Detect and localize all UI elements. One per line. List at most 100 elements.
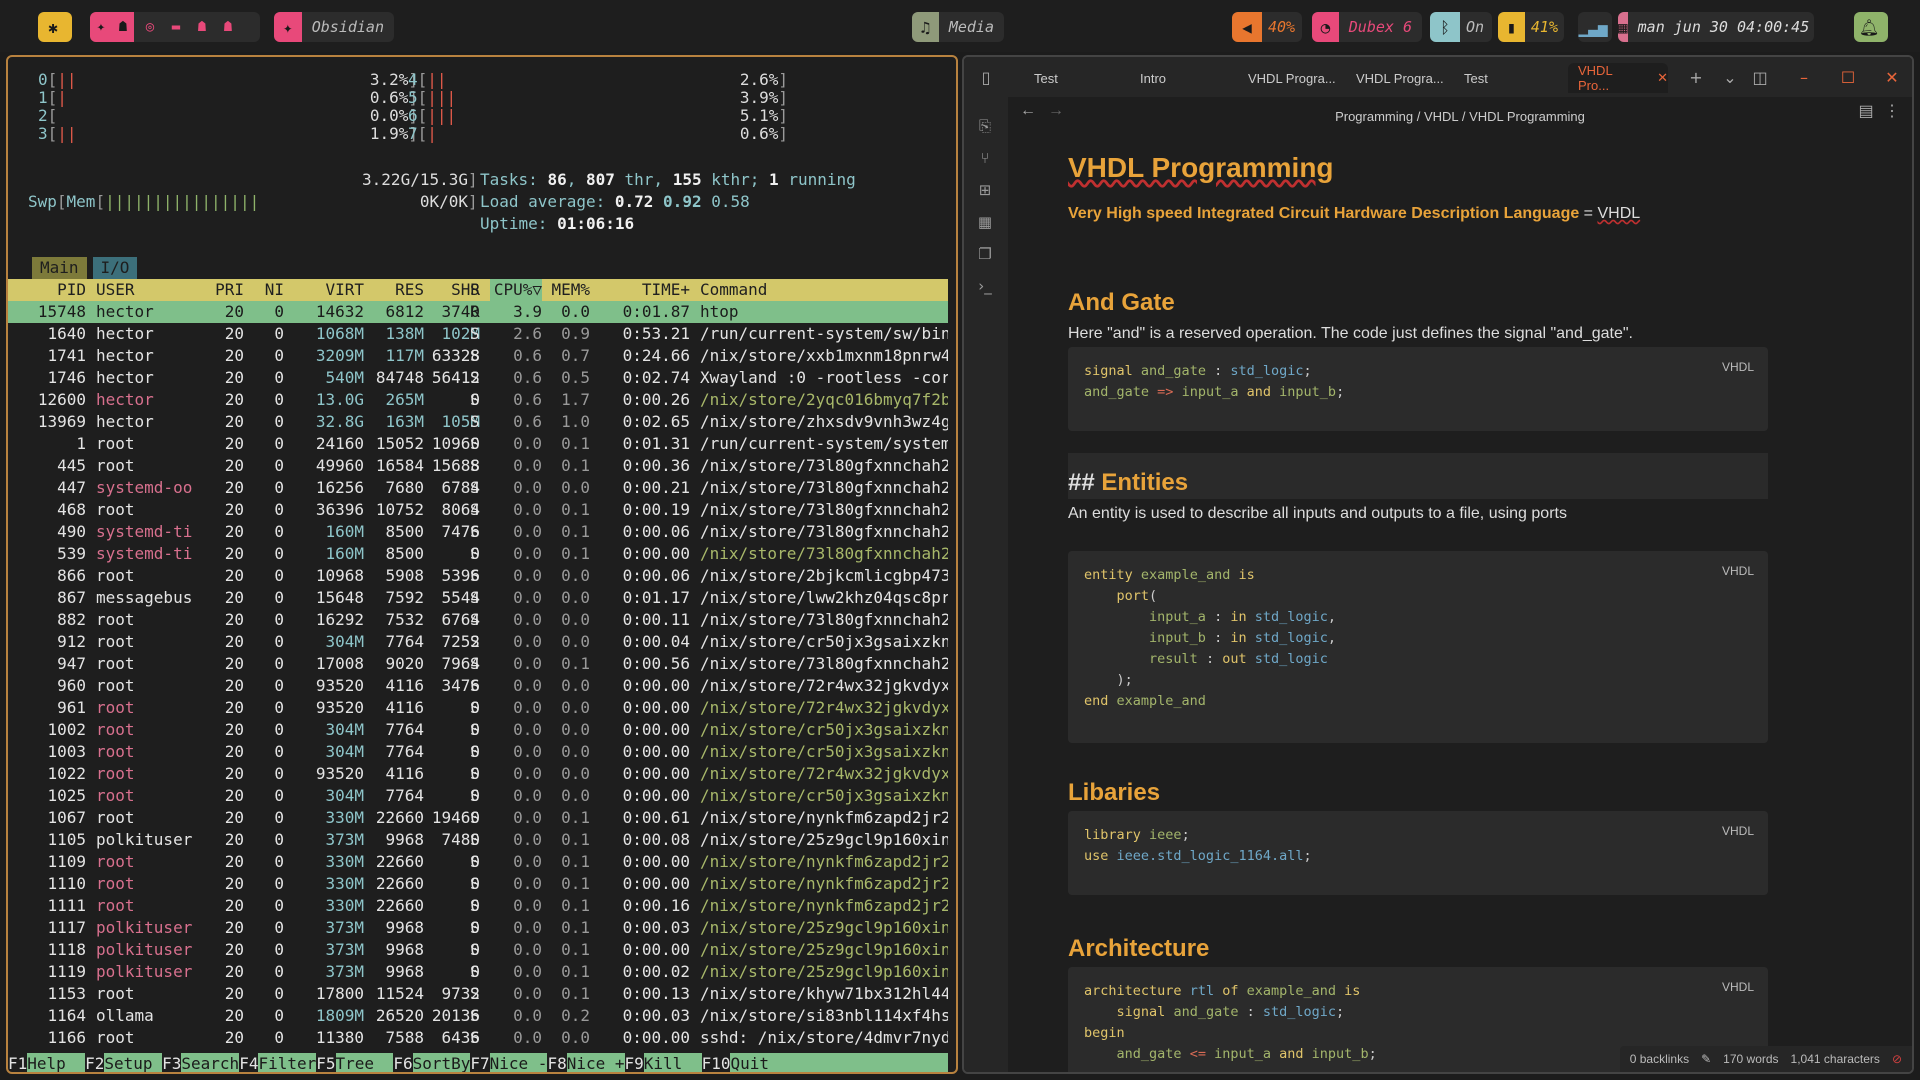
- active-window-pill[interactable]: ✦ Obsidian: [274, 12, 394, 42]
- process-row[interactable]: 1164 ollama 20 0 1809M 26520 20136 S 0.0 0.2 0:00.…: [8, 1005, 948, 1027]
- breadcrumb-vhdl[interactable]: VHDL: [1424, 109, 1458, 124]
- fkey-label[interactable]: Kill: [643, 1053, 702, 1072]
- graph-icon[interactable]: ⑂: [974, 147, 996, 169]
- process-row[interactable]: 1111 root 20 0 330M 22660 0 S 0.0 0.1 0:00.16/nix/…: [8, 895, 948, 917]
- fkey-f10[interactable]: F10: [702, 1053, 731, 1072]
- process-row[interactable]: 1025 root 20 0 304M 7764 0 S 0.0 0.0 0:00.00/nix/s…: [8, 785, 948, 807]
- process-row[interactable]: 1741 hector 20 0 3209M 117M 63328 S 0.6 0.7 0:24.6…: [8, 345, 948, 367]
- fkey-label[interactable]: Setup: [104, 1053, 163, 1072]
- media-pill[interactable]: ♫ Media: [912, 12, 1004, 42]
- backlinks-count[interactable]: 0 backlinks: [1630, 1052, 1689, 1066]
- process-row[interactable]: 1 root 20 0 24160 15052 10960 S 0.0 0.1 0:01.31/ru…: [8, 433, 948, 455]
- target-icon[interactable]: ◎: [140, 18, 160, 36]
- tab-vhdl-1[interactable]: VHDL Progra...: [1238, 63, 1344, 93]
- col-header[interactable]: PID: [18, 279, 86, 301]
- ghost-icon[interactable]: ☗: [112, 12, 134, 42]
- col-header[interactable]: RES: [368, 279, 424, 301]
- code-block-libraries[interactable]: VHDL library ieee; use ieee.std_logic_116…: [1068, 811, 1768, 895]
- launcher-button[interactable]: ✱: [38, 12, 72, 42]
- fkey-f2[interactable]: F2: [85, 1053, 104, 1072]
- sync-off-icon[interactable]: ⊘: [1892, 1052, 1902, 1066]
- fkey-f6[interactable]: F6: [393, 1053, 412, 1072]
- folder-icon[interactable]: ▬: [166, 18, 186, 36]
- process-row[interactable]: 447 systemd-oo 20 0 16256 7680 6784 S 0.0 0.0 0:00…: [8, 477, 948, 499]
- clock-pill[interactable]: ▦ man jun 30 04:00:45: [1618, 12, 1814, 42]
- process-row[interactable]: 882 root 20 0 16292 7532 6764 S 0.0 0.0 0:00.11/ni…: [8, 609, 948, 631]
- reading-view-icon[interactable]: ▤: [1854, 99, 1878, 123]
- battery-pill[interactable]: ▮ 41%: [1498, 12, 1564, 42]
- fkey-f5[interactable]: F5: [316, 1053, 335, 1072]
- process-row[interactable]: 866 root 20 0 10968 5908 5396 S 0.0 0.0 0:00.06/ni…: [8, 565, 948, 587]
- fkey-label[interactable]: Search: [181, 1053, 240, 1072]
- terminal-icon[interactable]: ›_: [974, 275, 996, 297]
- col-header[interactable]: S: [470, 279, 486, 301]
- code-block-entity[interactable]: VHDL entity example_and is port( input_a …: [1068, 551, 1768, 743]
- fkey-label[interactable]: Quit: [730, 1053, 948, 1072]
- breadcrumb-programming[interactable]: Programming: [1335, 109, 1413, 124]
- more-options-icon[interactable]: ⋮: [1880, 99, 1904, 123]
- calendar-icon[interactable]: ▦: [974, 211, 996, 233]
- process-row[interactable]: 1153 root 20 0 17800 11524 9732 S 0.0 0.1 0:00.13/…: [8, 983, 948, 1005]
- process-row[interactable]: 490 systemd-ti 20 0 160M 8500 7476 S 0.0 0.1 0:00.…: [8, 521, 948, 543]
- process-row[interactable]: 445 root 20 0 49960 16584 15688 S 0.0 0.1 0:00.36/…: [8, 455, 948, 477]
- notifications-button[interactable]: 🔔︎: [1854, 12, 1888, 42]
- col-header[interactable]: MEM%: [540, 279, 590, 301]
- fkey-label[interactable]: Tree: [335, 1053, 394, 1072]
- col-header[interactable]: Command: [700, 279, 948, 301]
- process-row[interactable]: 1002 root 20 0 304M 7764 0 S 0.0 0.0 0:00.00/nix/s…: [8, 719, 948, 741]
- tab-intro[interactable]: Intro: [1130, 63, 1236, 93]
- process-row[interactable]: 912 root 20 0 304M 7764 7252 S 0.0 0.0 0:00.04/nix…: [8, 631, 948, 653]
- process-row[interactable]: 1746 hector 20 0 540M 84748 56412 S 0.6 0.5 0:02.7…: [8, 367, 948, 389]
- col-header[interactable]: TIME+: [598, 279, 690, 301]
- process-row[interactable]: 1166 root 20 0 11380 7588 6436 S 0.0 0.0 0:00.00 ss…: [8, 1027, 948, 1049]
- close-window-icon[interactable]: ✕: [1880, 65, 1904, 89]
- minimize-icon[interactable]: –: [1792, 65, 1816, 89]
- maximize-icon[interactable]: ☐: [1836, 65, 1860, 89]
- fkey-label[interactable]: Nice +: [566, 1053, 625, 1072]
- process-row[interactable]: 1118 polkituser 20 0 373M 9968 0 S 0.0 0.1 0:00.00…: [8, 939, 948, 961]
- close-tab-icon[interactable]: ✕: [1657, 70, 1668, 86]
- process-row[interactable]: 1105 polkituser 20 0 373M 9968 7480 S 0.0 0.1 0:00…: [8, 829, 948, 851]
- pencil-icon[interactable]: ✎: [1701, 1052, 1711, 1066]
- process-row[interactable]: 1003 root 20 0 304M 7764 0 S 0.0 0.0 0:00.00/nix/s…: [8, 741, 948, 763]
- process-row[interactable]: 961 root 20 0 93520 4116 0 S 0.0 0.0 0:00.00/nix/s…: [8, 697, 948, 719]
- fkey-f3[interactable]: F3: [162, 1053, 181, 1072]
- note-view[interactable]: ← → Programming / VHDL / VHDL Programmin…: [1008, 97, 1912, 1072]
- col-header[interactable]: PRI: [204, 279, 244, 301]
- process-row[interactable]: 1640 hector 20 0 1068M 138M 102M S 2.6 0.9 0:53.21…: [8, 323, 948, 345]
- col-header[interactable]: CPU%▽: [490, 279, 542, 301]
- fkey-label[interactable]: Filter: [258, 1053, 317, 1072]
- file-switch-icon[interactable]: ⎘: [974, 115, 996, 137]
- col-header[interactable]: NI: [254, 279, 284, 301]
- wifi-pill[interactable]: ◔ Dubex 6: [1312, 12, 1422, 42]
- process-row[interactable]: 1067 root 20 0 330M 22660 19460 S 0.0 0.1 0:00.61/…: [8, 807, 948, 829]
- process-row[interactable]: 947 root 20 0 17008 9020 7964 S 0.0 0.1 0:00.56/ni…: [8, 653, 948, 675]
- volume-pill[interactable]: ◀ 40%: [1232, 12, 1302, 42]
- process-row[interactable]: 1119 polkituser 20 0 373M 9968 0 S 0.0 0.1 0:00.02…: [8, 961, 948, 983]
- ghost2-icon[interactable]: ☗: [192, 18, 212, 36]
- ghost3-icon[interactable]: ☗: [218, 18, 238, 36]
- tab-io[interactable]: I/O: [92, 257, 138, 279]
- chevron-down-icon[interactable]: ⌄: [1718, 65, 1742, 89]
- tab-vhdl-2[interactable]: VHDL Progra...: [1346, 63, 1452, 93]
- htop-terminal[interactable]: 0[|| 3.2%] 1[| 0.6%] 2[0.0%] 3[|| 1.9%] 4[|| 2.6…: [6, 55, 958, 1074]
- col-header[interactable]: USER: [96, 279, 206, 301]
- process-row[interactable]: 1117 polkituser 20 0 373M 9968 0 S 0.0 0.1 0:00.03…: [8, 917, 948, 939]
- process-row[interactable]: 960 root 20 0 93520 4116 3476 S 0.0 0.0 0:00.00/ni…: [8, 675, 948, 697]
- process-row[interactable]: 468 root 20 0 36396 10752 8064 S 0.0 0.1 0:00.19/n…: [8, 499, 948, 521]
- fkey-label[interactable]: SortBy: [412, 1053, 471, 1072]
- fkey-f8[interactable]: F8: [547, 1053, 566, 1072]
- process-row[interactable]: 15748 hector 20 0 14632 6812 3740 R 3.9 0.0 0:01.8…: [8, 301, 948, 323]
- canvas-icon[interactable]: ⊞: [974, 179, 996, 201]
- process-row[interactable]: 1109 root 20 0 330M 22660 0 S 0.0 0.1 0:00.00/nix/…: [8, 851, 948, 873]
- process-row[interactable]: 539 systemd-ti 20 0 160M 8500 0 S 0.0 0.1 0:00.00/…: [8, 543, 948, 565]
- bluetooth-pill[interactable]: ᛒ On: [1430, 12, 1492, 42]
- sidebar-toggle-icon[interactable]: ▯: [974, 65, 998, 89]
- code-block-and-gate[interactable]: VHDL signal and_gate : std_logic; and_gat…: [1068, 347, 1768, 431]
- tab-test-1[interactable]: Test: [1024, 63, 1129, 93]
- signal-pill[interactable]: ▁▃▅: [1578, 12, 1612, 42]
- tab-vhdl-active[interactable]: VHDL Pro... ✕: [1568, 63, 1668, 93]
- split-view-icon[interactable]: ◫: [1748, 65, 1772, 89]
- fkey-f7[interactable]: F7: [470, 1053, 489, 1072]
- col-header[interactable]: VIRT: [294, 279, 364, 301]
